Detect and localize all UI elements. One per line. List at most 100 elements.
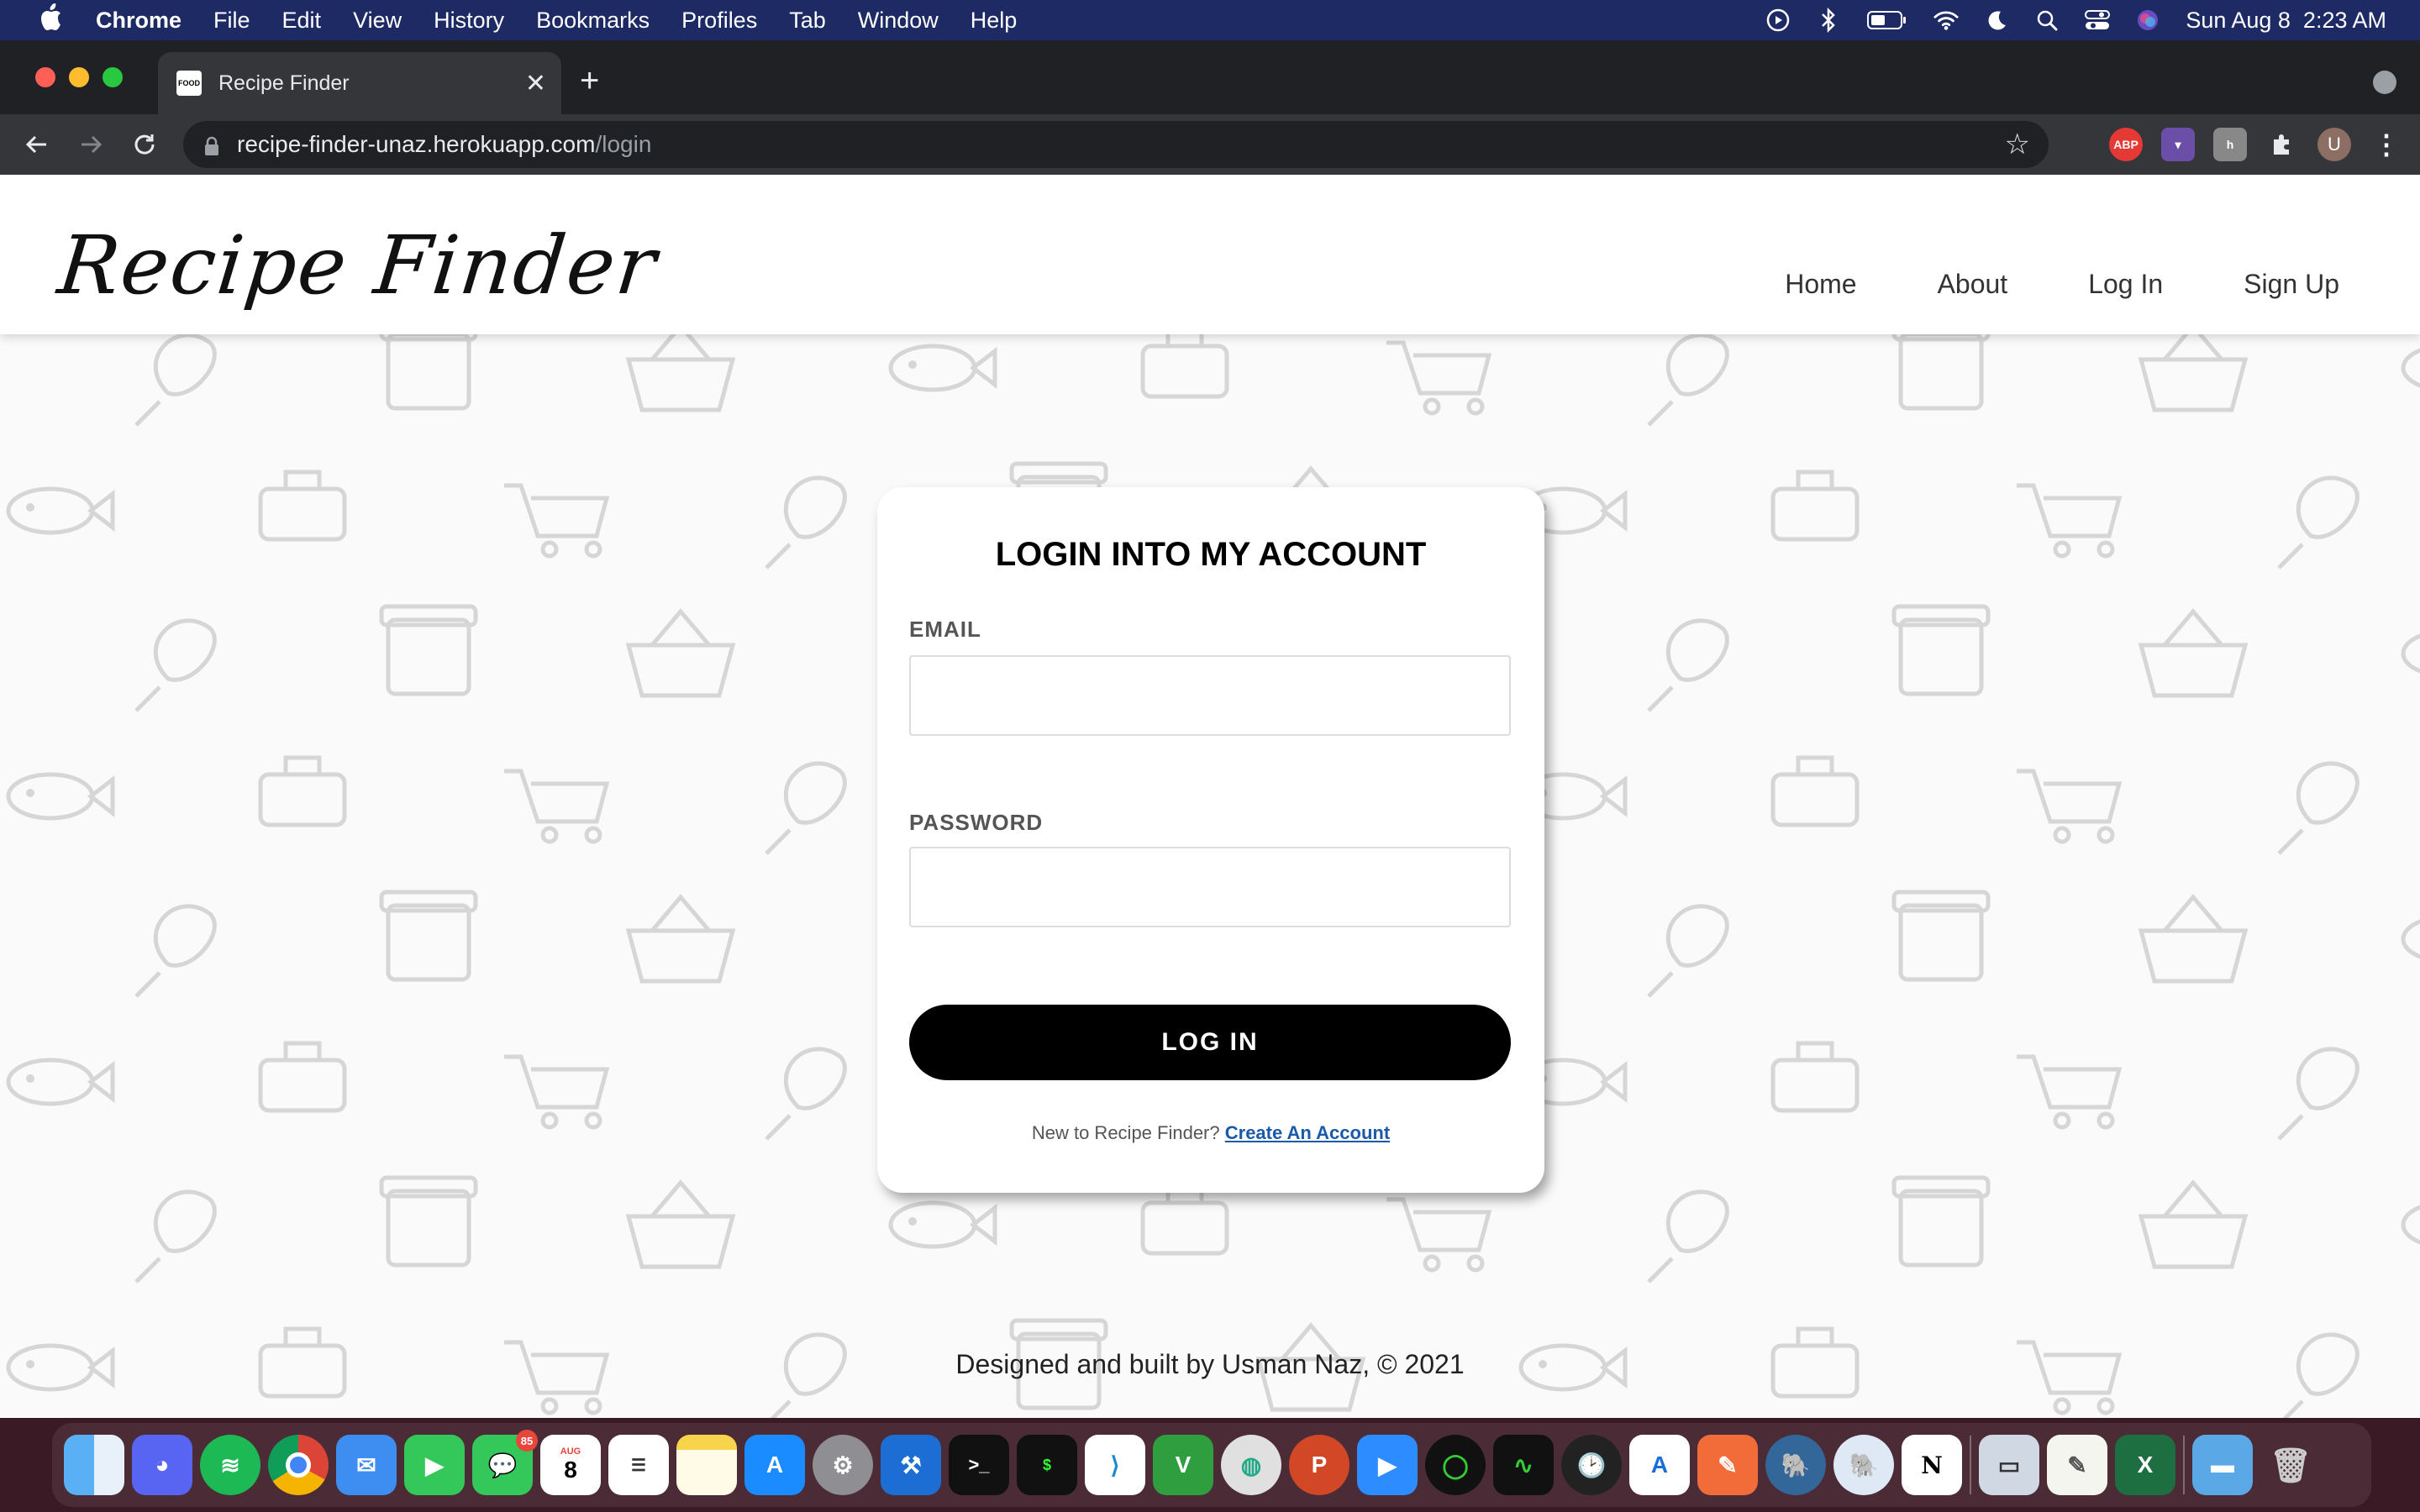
browser-toolbar: recipe-finder-unaz.herokuapp.com/login ☆… bbox=[0, 114, 2420, 175]
menu-bookmarks[interactable]: Bookmarks bbox=[536, 8, 650, 34]
clock-icon[interactable]: 🕑 bbox=[1561, 1435, 1622, 1495]
discord-icon[interactable]: ◕ bbox=[132, 1435, 192, 1495]
email-label: EMAIL bbox=[909, 617, 981, 642]
nav-about[interactable]: About bbox=[1938, 269, 2008, 300]
menu-file[interactable]: File bbox=[213, 8, 250, 34]
reload-icon[interactable] bbox=[128, 128, 161, 161]
calendar-icon[interactable]: AUG 8 bbox=[540, 1435, 601, 1495]
calendar-day: 8 bbox=[564, 1457, 577, 1483]
login-title: LOGIN INTO MY ACCOUNT bbox=[995, 536, 1427, 573]
new-tab-icon[interactable]: + bbox=[580, 62, 599, 100]
excel-icon[interactable]: X bbox=[2115, 1435, 2175, 1495]
tab-favicon: FOOD bbox=[176, 71, 202, 96]
wifi-icon[interactable] bbox=[1933, 8, 1959, 33]
tab-search-icon[interactable] bbox=[2373, 71, 2396, 94]
window-minimize-button[interactable] bbox=[69, 67, 89, 87]
mail-icon[interactable]: ✉ bbox=[336, 1435, 397, 1495]
nav-home[interactable]: Home bbox=[1785, 269, 1856, 300]
apple-icon[interactable] bbox=[30, 3, 71, 37]
site-header: Recipe Finder Home About Log In Sign Up bbox=[0, 175, 2420, 334]
puzzle-extensions-icon[interactable] bbox=[2265, 128, 2299, 161]
postgres-icon[interactable]: 🐘 bbox=[1833, 1435, 1894, 1495]
signup-prompt-text: New to Recipe Finder? bbox=[1031, 1122, 1220, 1143]
menu-view[interactable]: View bbox=[353, 8, 402, 34]
textedit-icon[interactable]: ✎ bbox=[2047, 1435, 2107, 1495]
menu-app-name[interactable]: Chrome bbox=[96, 8, 182, 34]
chrome-icon[interactable] bbox=[268, 1435, 329, 1495]
tab-title: Recipe Finder bbox=[218, 71, 350, 95]
password-label: PASSWORD bbox=[909, 810, 1044, 835]
vscode-icon[interactable]: ⟩ bbox=[1085, 1435, 1145, 1495]
chrome-menu-icon[interactable]: ⋮ bbox=[2370, 128, 2403, 161]
network-app-icon[interactable]: ◍ bbox=[1221, 1435, 1281, 1495]
password-field[interactable] bbox=[909, 847, 1511, 927]
menubar-datetime[interactable]: Sun Aug 8 2:23 AM bbox=[2186, 8, 2386, 34]
spotify-icon[interactable]: ≋ bbox=[200, 1435, 260, 1495]
system-preferences-icon[interactable]: ⚙ bbox=[813, 1435, 873, 1495]
nav-signup[interactable]: Sign Up bbox=[2244, 269, 2339, 300]
tableplus-elephant-icon[interactable]: 🐘 bbox=[1765, 1435, 1826, 1495]
nav-login[interactable]: Log In bbox=[2088, 269, 2163, 300]
notion-icon[interactable]: N bbox=[1902, 1435, 1962, 1495]
reminders-icon[interactable]: ☰ bbox=[608, 1435, 669, 1495]
zoom-icon[interactable]: ▶ bbox=[1357, 1435, 1418, 1495]
macos-menubar: Chrome File Edit View History Bookmarks … bbox=[0, 0, 2420, 40]
bookmark-star-icon[interactable]: ☆ bbox=[2005, 128, 2030, 161]
url-path: /login bbox=[595, 131, 652, 157]
messages-badge: 85 bbox=[516, 1430, 538, 1452]
login-card: LOGIN INTO MY ACCOUNT EMAIL PASSWORD LOG… bbox=[877, 487, 1544, 1193]
window-zoom-button[interactable] bbox=[103, 67, 123, 87]
window-close-button[interactable] bbox=[35, 67, 55, 87]
profile-avatar[interactable]: U bbox=[2317, 128, 2351, 161]
web-page: Recipe Finder Home About Log In Sign Up … bbox=[0, 175, 2420, 1418]
login-button[interactable]: LOG IN bbox=[909, 1005, 1511, 1080]
siri-icon[interactable] bbox=[2135, 8, 2160, 33]
menu-help[interactable]: Help bbox=[971, 8, 1018, 34]
adblock-extension-icon[interactable]: ABP bbox=[2109, 128, 2143, 161]
instruments-icon[interactable]: A bbox=[1629, 1435, 1690, 1495]
site-footer: Designed and built by Usman Naz, © 2021 bbox=[955, 1349, 1465, 1379]
sketch-pen-icon[interactable]: ✎ bbox=[1697, 1435, 1758, 1495]
notes-icon[interactable] bbox=[676, 1435, 737, 1495]
terminal-2-icon[interactable]: $ bbox=[1017, 1435, 1077, 1495]
gray-extension-icon[interactable]: h bbox=[2213, 128, 2247, 161]
site-logo[interactable]: Recipe Finder bbox=[54, 218, 661, 312]
browser-tab-active[interactable]: FOOD Recipe Finder ✕ bbox=[158, 52, 561, 114]
site-nav: Home About Log In Sign Up bbox=[1785, 269, 2339, 300]
dock-separator-2 bbox=[2183, 1436, 2185, 1494]
app-store-icon[interactable]: A bbox=[744, 1435, 805, 1495]
menu-history[interactable]: History bbox=[434, 8, 504, 34]
trash-icon[interactable]: 🗑 bbox=[2260, 1435, 2321, 1495]
messages-icon[interactable]: 💬 85 bbox=[472, 1430, 538, 1495]
finder-icon[interactable] bbox=[64, 1435, 124, 1495]
moon-icon[interactable] bbox=[1984, 8, 2009, 33]
create-account-link[interactable]: Create An Account bbox=[1225, 1122, 1390, 1143]
battery-icon[interactable] bbox=[1866, 8, 1908, 33]
email-field[interactable] bbox=[909, 655, 1511, 736]
menu-edit[interactable]: Edit bbox=[282, 8, 322, 34]
back-icon[interactable] bbox=[20, 128, 54, 161]
menu-profiles[interactable]: Profiles bbox=[681, 8, 757, 34]
xcode-icon[interactable]: ⚒ bbox=[881, 1435, 941, 1495]
lock-icon[interactable] bbox=[203, 135, 220, 155]
control-center-icon[interactable] bbox=[2085, 8, 2111, 33]
activity-ring-icon[interactable]: ◯ bbox=[1425, 1435, 1486, 1495]
activity-monitor-icon[interactable]: ∿ bbox=[1493, 1435, 1554, 1495]
dock-separator bbox=[1970, 1436, 1971, 1494]
tab-close-icon[interactable]: ✕ bbox=[525, 69, 546, 98]
menu-window[interactable]: Window bbox=[858, 8, 939, 34]
play-icon[interactable] bbox=[1765, 8, 1791, 33]
terminal-icon[interactable]: >_ bbox=[949, 1435, 1009, 1495]
url-host: recipe-finder-unaz.herokuapp.com bbox=[237, 131, 596, 157]
bluetooth-icon[interactable] bbox=[1816, 8, 1841, 33]
address-bar[interactable]: recipe-finder-unaz.herokuapp.com/login ☆ bbox=[183, 121, 2049, 168]
purple-extension-icon[interactable]: ▾ bbox=[2161, 128, 2195, 161]
search-icon[interactable] bbox=[2034, 8, 2060, 33]
vim-icon[interactable]: V bbox=[1153, 1435, 1213, 1495]
preview-icon[interactable]: ▭ bbox=[1979, 1435, 2039, 1495]
forward-icon[interactable] bbox=[74, 128, 108, 161]
powerpoint-icon[interactable]: P bbox=[1289, 1435, 1349, 1495]
folder-icon[interactable]: ▬ bbox=[2192, 1435, 2253, 1495]
menu-tab[interactable]: Tab bbox=[789, 8, 826, 34]
facetime-icon[interactable]: ▶ bbox=[404, 1435, 465, 1495]
